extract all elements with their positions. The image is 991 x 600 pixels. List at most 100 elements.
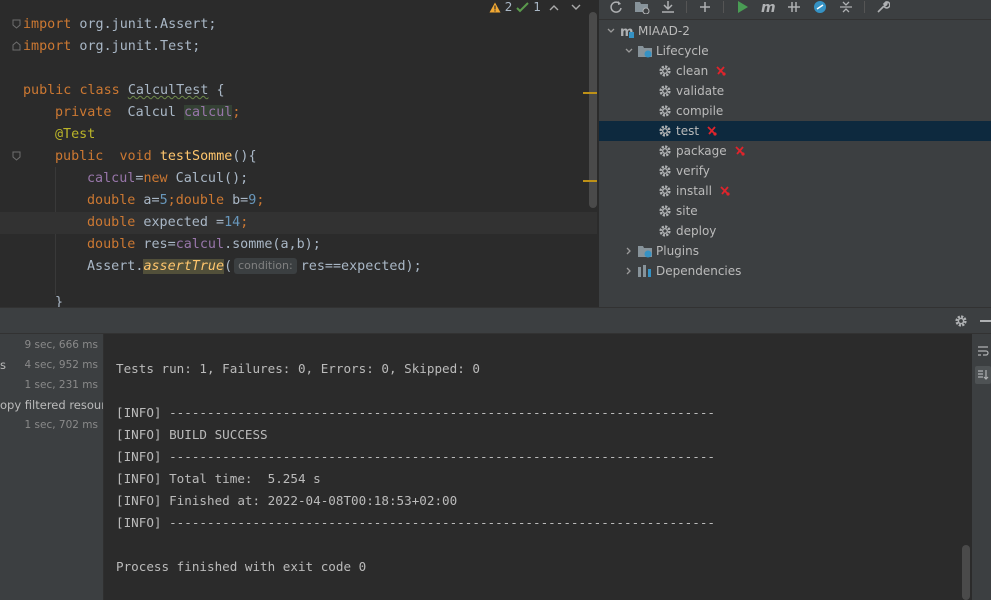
lifecycle-phase-compile[interactable]: compile xyxy=(657,101,723,121)
phase-label: clean xyxy=(676,64,709,78)
gear-icon[interactable] xyxy=(954,314,968,328)
download-sources-icon[interactable] xyxy=(657,0,679,14)
console-scrollbar[interactable] xyxy=(962,545,970,600)
tree-item-plugins[interactable]: Plugins xyxy=(621,241,699,261)
console-line: Process finished with exit code 0 xyxy=(116,559,367,574)
toolbar-border xyxy=(599,19,991,20)
plugins-folder-icon xyxy=(637,243,653,259)
soft-wrap-icon[interactable] xyxy=(975,342,991,360)
fold-marker-icon[interactable] xyxy=(12,19,21,29)
lifecycle-phase-validate[interactable]: validate xyxy=(657,81,724,101)
skip-tests-icon[interactable] xyxy=(809,0,831,14)
editor-scrollbar[interactable] xyxy=(589,12,597,208)
console-side-toolbar xyxy=(972,334,991,600)
build-step-duration: 4 sec, 952 ms xyxy=(24,359,98,371)
toggle-offline-icon[interactable] xyxy=(783,0,805,14)
project-label: MIAAD-2 xyxy=(638,24,690,38)
gear-icon xyxy=(657,163,673,179)
error-stripe-mark[interactable] xyxy=(583,92,597,94)
chevron-down-icon[interactable] xyxy=(603,21,619,41)
gear-icon xyxy=(657,103,673,119)
toolbar-separator xyxy=(686,1,687,13)
code-line-13: } xyxy=(55,295,64,307)
warnings-count: 2 xyxy=(504,0,513,14)
svg-text:m: m xyxy=(761,0,776,14)
code-line-10-current: double expected =14; xyxy=(0,212,597,234)
fold-marker-icon[interactable] xyxy=(12,41,21,51)
chevron-right-icon[interactable] xyxy=(621,241,637,261)
console-line: [INFO] BUILD SUCCESS xyxy=(116,427,268,442)
breakpoint-marker-icon xyxy=(734,145,746,157)
build-tree: 9 sec, 666 ms 4 sec, 952 ms s 1 sec, 231 ms… xyxy=(0,334,104,600)
gear-icon xyxy=(657,123,673,139)
inspection-widget[interactable]: 2 1 xyxy=(489,0,583,14)
lifecycle-phase-site[interactable]: site xyxy=(657,201,698,221)
lifecycle-phase-package[interactable]: package xyxy=(657,141,746,161)
console-line: [INFO] Total time: 5.254 s xyxy=(116,471,321,486)
code-editor[interactable]: import org.junit.Assert; import org.juni… xyxy=(0,0,597,307)
next-highlight-icon[interactable] xyxy=(569,2,583,13)
code-line-4: public class CalculTest { xyxy=(23,83,225,98)
code-line-11: double res=calcul.somme(a,b); xyxy=(87,237,321,252)
lifecycle-phase-test[interactable]: test xyxy=(599,121,991,141)
fold-marker-icon[interactable] xyxy=(12,151,21,161)
build-step-duration: 9 sec, 666 ms xyxy=(24,339,98,351)
chevron-right-icon[interactable] xyxy=(621,261,637,281)
warning-icon xyxy=(489,2,501,12)
lifecycle-phase-deploy[interactable]: deploy xyxy=(657,221,716,241)
error-stripe-mark[interactable] xyxy=(583,180,597,182)
chevron-down-icon[interactable] xyxy=(621,41,637,61)
console-line: [INFO] Finished at: 2022-04-08T00:18:53+… xyxy=(116,493,458,508)
build-step-label[interactable]: s xyxy=(0,358,6,372)
maven-toolbar: m xyxy=(599,0,991,14)
build-step-duration: 1 sec, 231 ms xyxy=(24,379,98,391)
run-tool-window-header xyxy=(0,307,991,334)
console-line: [INFO] ---------------------------------… xyxy=(116,515,715,530)
gear-icon xyxy=(657,203,673,219)
lifecycle-folder-icon xyxy=(637,43,653,59)
phase-label: compile xyxy=(676,104,724,118)
dependencies-icon xyxy=(637,263,653,279)
settings-wrench-icon[interactable] xyxy=(872,0,894,14)
dependencies-label: Dependencies xyxy=(656,264,742,278)
parameter-hint: condition: xyxy=(234,258,297,274)
reload-icon[interactable] xyxy=(605,0,627,14)
scroll-to-end-icon[interactable] xyxy=(975,366,991,384)
tree-item-dependencies[interactable]: Dependencies xyxy=(621,261,741,281)
breakpoint-marker-icon xyxy=(706,125,718,137)
tree-item-lifecycle[interactable]: Lifecycle xyxy=(621,41,709,61)
lifecycle-phase-verify[interactable]: verify xyxy=(657,161,710,181)
breakpoint-marker-icon xyxy=(715,65,727,77)
plugins-label: Plugins xyxy=(656,244,699,258)
phase-label: validate xyxy=(676,84,725,98)
phase-label: test xyxy=(676,124,700,138)
lifecycle-phase-clean[interactable]: clean xyxy=(657,61,727,81)
phase-label: install xyxy=(676,184,712,198)
execute-goal-icon[interactable]: m xyxy=(757,0,779,14)
console-line: [INFO] ---------------------------------… xyxy=(116,405,715,420)
console-line: Tests run: 1, Failures: 0, Errors: 0, Sk… xyxy=(116,361,480,376)
code-line-5: private Calcul calcul; xyxy=(55,105,241,120)
minimize-icon[interactable] xyxy=(980,320,991,322)
lifecycle-phase-install[interactable]: install xyxy=(657,181,731,201)
code-line-6: @Test xyxy=(55,127,96,142)
weak-warning-icon xyxy=(516,1,530,12)
build-step-duration: 1 sec, 702 ms xyxy=(24,419,98,431)
build-step-label[interactable]: opy filtered resourc xyxy=(0,398,103,412)
console-output[interactable]: Tests run: 1, Failures: 0, Errors: 0, Sk… xyxy=(105,334,972,600)
gear-icon xyxy=(657,223,673,239)
phase-label: site xyxy=(676,204,698,218)
reload-folder-icon[interactable] xyxy=(631,0,653,14)
gear-icon xyxy=(657,63,673,79)
previous-highlight-icon[interactable] xyxy=(545,2,565,13)
code-line-2: import org.junit.Test; xyxy=(23,39,201,54)
add-icon[interactable] xyxy=(694,0,716,14)
run-icon[interactable] xyxy=(731,0,753,14)
tree-item-project[interactable]: m MIAAD-2 xyxy=(603,21,690,41)
collapse-all-icon[interactable] xyxy=(835,0,857,14)
code-line-7: public void testSomme(){ xyxy=(55,149,257,164)
maven-tool-window: m m MIAAD-2 Lifecycle clean validate compi… xyxy=(598,0,991,307)
gear-icon xyxy=(657,143,673,159)
breakpoint-marker-icon xyxy=(719,185,731,197)
maven-project-icon: m xyxy=(619,23,635,39)
